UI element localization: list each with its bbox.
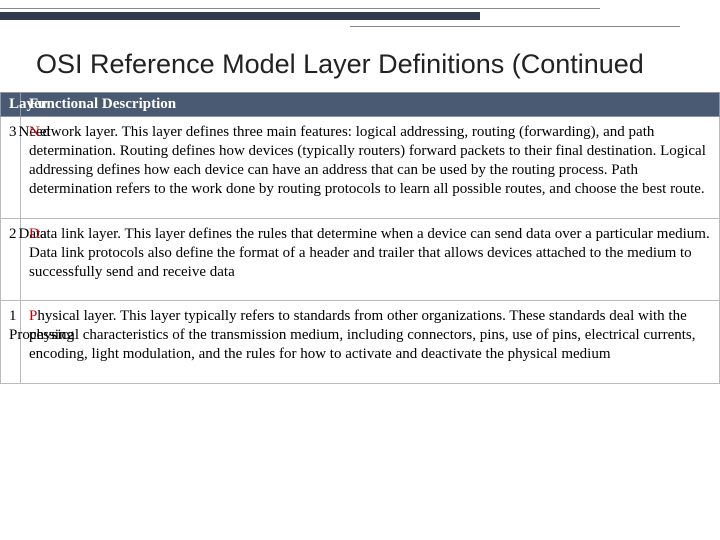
layer-description: Physical layer. This layer typically ref… — [21, 301, 720, 384]
slide-title: OSI Reference Model Layer Definitions (C… — [0, 34, 720, 92]
header-description: Functional Description — [21, 92, 720, 116]
top-decoration — [0, 0, 720, 34]
table-row: 3 Need Network layer. This layer defines… — [1, 116, 720, 218]
description-text: ata link layer. This layer defines the r… — [29, 226, 710, 280]
table-row: 1 Processing Physical layer. This layer … — [1, 301, 720, 384]
layer-number: 1 — [9, 308, 17, 324]
layer-number: 3 — [1, 116, 11, 218]
description-text: etwork layer. This layer defines three m… — [29, 124, 706, 198]
osi-layers-table: Layer Functional Description 3 Need Netw… — [0, 92, 720, 384]
table-row: 2 Data Data link layer. This layer defin… — [1, 218, 720, 301]
description-text: hysical layer. This layer typically refe… — [29, 308, 695, 362]
decoration-line-upper — [0, 8, 600, 9]
layer-description: Data link layer. This layer defines the … — [21, 218, 720, 301]
mnemonic-letter: N — [29, 124, 40, 140]
header-layer: Layer — [1, 92, 21, 116]
layer-number: 2 — [1, 218, 11, 301]
decoration-line-lower — [350, 26, 680, 27]
table-header-row: Layer Functional Description — [1, 92, 720, 116]
layer-number-name: 1 Processing — [1, 301, 21, 384]
decoration-block — [0, 12, 480, 20]
layer-description: Network layer. This layer defines three … — [21, 116, 720, 218]
mnemonic-letter: D — [29, 226, 40, 242]
